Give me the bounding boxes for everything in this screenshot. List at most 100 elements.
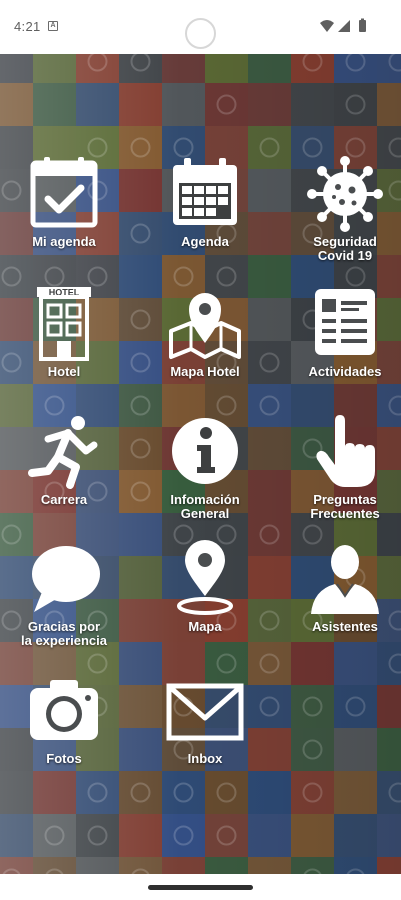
status-icons (320, 18, 366, 32)
background-tile (0, 54, 33, 83)
calendar-check-icon (30, 157, 98, 228)
menu-item-carrera[interactable]: Carrera (4, 413, 124, 507)
background-tile (291, 728, 334, 771)
background-tile (162, 771, 205, 814)
menu-item-mi-agenda[interactable]: Mi agenda (4, 155, 124, 249)
background-tile (33, 83, 76, 126)
background-tile (334, 685, 377, 728)
background-tile (119, 83, 162, 126)
menu-label: Preguntas Frecuentes (310, 492, 380, 521)
background-tile (0, 771, 33, 814)
menu-label: Mi agenda (32, 234, 96, 249)
background-tile (334, 83, 377, 126)
background-tile (291, 685, 334, 728)
background-tile (205, 857, 248, 874)
background-tile (248, 814, 291, 857)
signal-icon (338, 20, 350, 32)
background-tile (33, 771, 76, 814)
menu-label: Fotos (46, 751, 82, 766)
menu-label: Agenda (181, 234, 229, 249)
background-tile (334, 857, 377, 874)
background-tile (76, 54, 119, 83)
background-tile (291, 771, 334, 814)
background-tile (248, 857, 291, 874)
menu-item-mapa[interactable]: Mapa (145, 540, 265, 634)
background-tile (76, 857, 119, 874)
map-pin-icon (169, 293, 241, 359)
menu-item-mapa-hotel[interactable]: Mapa Hotel (145, 285, 265, 379)
background-tile (334, 814, 377, 857)
background-tile (291, 54, 334, 83)
background-tile (377, 814, 401, 857)
background-tile (119, 857, 162, 874)
background-tile (205, 83, 248, 126)
background-tile (248, 54, 291, 83)
background-tile (119, 814, 162, 857)
menu-item-asistentes[interactable]: Asistentes (285, 540, 401, 634)
wifi-icon (320, 20, 334, 32)
background-tile (334, 642, 377, 685)
menu-item-inbox[interactable]: Inbox (145, 672, 265, 766)
menu-label: Gracias por la experiencia (21, 619, 107, 648)
background-tile (119, 54, 162, 83)
background-tile (162, 857, 205, 874)
background-tile (119, 771, 162, 814)
background-tile (334, 54, 377, 83)
calendar-grid-icon (173, 158, 237, 225)
background-tile (291, 857, 334, 874)
list-card-icon (315, 289, 375, 355)
background-tile (76, 83, 119, 126)
menu-item-seguridad-covid[interactable]: Seguridad Covid 19 (285, 155, 401, 263)
navigation-bar (0, 874, 401, 900)
runner-icon (28, 416, 98, 489)
hotel-building-icon: HOTEL (37, 287, 91, 361)
battery-icon (359, 20, 366, 32)
menu-label: Mapa (188, 619, 222, 634)
menu-label: Actividades (308, 364, 382, 379)
menu-item-fotos[interactable]: Fotos (4, 672, 124, 766)
background-tile (377, 685, 401, 728)
background-tile (291, 642, 334, 685)
menu-item-informacion-general[interactable]: Infomación General (145, 413, 265, 521)
location-pin-icon (177, 540, 233, 615)
background-tile (377, 728, 401, 771)
background-tile (33, 857, 76, 874)
background-tile (76, 771, 119, 814)
background-tile (205, 814, 248, 857)
menu-label: Infomación General (170, 492, 240, 521)
background-tile (0, 83, 33, 126)
background-tile (248, 771, 291, 814)
background-tile (76, 814, 119, 857)
envelope-icon (166, 683, 244, 741)
home-gesture-handle[interactable] (148, 885, 253, 890)
background-tile (162, 814, 205, 857)
background-tile (291, 814, 334, 857)
menu-item-hotel[interactable]: HOTEL Hotel (4, 285, 124, 379)
background-tile (205, 771, 248, 814)
background-tile (291, 83, 334, 126)
camera-icon (30, 680, 98, 740)
menu-label: Mapa Hotel (170, 364, 240, 379)
speech-bubble-icon (32, 546, 100, 612)
background-tile (162, 83, 205, 126)
menu-label: Asistentes (312, 619, 378, 634)
menu-item-agenda[interactable]: Agenda (145, 155, 265, 249)
background-tile (377, 857, 401, 874)
menu-label: Carrera (40, 492, 88, 507)
menu-label: Seguridad Covid 19 (313, 234, 377, 263)
background-tile (205, 54, 248, 83)
camera-cutout (185, 18, 216, 49)
menu-item-gracias[interactable]: Gracias por la experiencia (4, 540, 124, 648)
a-box-icon: A (48, 21, 58, 31)
menu-item-preguntas-frecuentes[interactable]: Preguntas Frecuentes (285, 413, 401, 521)
menu-label: Hotel (47, 364, 81, 379)
info-circle-icon (172, 418, 238, 484)
status-bar: 4:21 A (0, 0, 401, 54)
background-tile (0, 814, 33, 857)
background-tile (33, 814, 76, 857)
menu-item-actividades[interactable]: Actividades (285, 285, 401, 379)
background-tile (377, 83, 401, 126)
virus-icon (307, 156, 383, 232)
phone-screen: 4:21 A Mi agenda Agenda Seguridad Covid … (0, 0, 401, 900)
background-tile (377, 54, 401, 83)
